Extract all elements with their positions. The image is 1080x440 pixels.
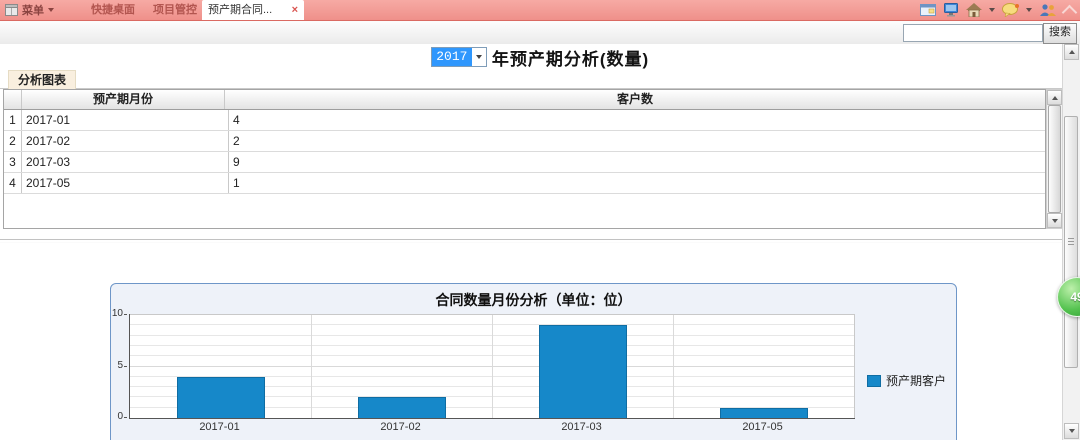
month-column-header[interactable]: 预产期月份	[22, 90, 225, 109]
search-box	[903, 24, 1056, 42]
x-tick-label: 2017-01	[199, 421, 240, 433]
notification-dot	[1015, 4, 1019, 8]
floating-badge[interactable]: 49	[1057, 277, 1080, 317]
legend-label: 预产期客户	[886, 374, 947, 388]
page-scrollbar-thumb[interactable]	[1064, 116, 1078, 368]
grid-header-row: 预产期月份 客户数	[4, 90, 1045, 110]
tab-strip: 分析图表	[0, 70, 1080, 89]
page-scrollbar[interactable]	[1062, 44, 1080, 440]
close-icon[interactable]: ×	[292, 0, 298, 20]
x-axis-line	[129, 418, 855, 419]
page-title: 年预产期分析(数量)	[491, 49, 650, 69]
count-column-header[interactable]: 客户数	[225, 90, 1045, 109]
home-icon[interactable]	[966, 3, 982, 17]
year-select-value: 2017	[431, 48, 472, 66]
bar-2017-05	[719, 407, 808, 418]
section-divider	[0, 239, 1062, 243]
gridline	[311, 315, 312, 418]
chevron-down-icon[interactable]	[989, 8, 995, 12]
table-body: 1 2017-01 4 2 2017-02 2 3 2017-03 9 4 2017-05 1	[4, 110, 1045, 194]
tab-project-control[interactable]: 项目管控	[146, 0, 204, 20]
collapse-icon[interactable]	[1061, 4, 1078, 20]
gridline	[492, 315, 493, 418]
chat-icon[interactable]	[1002, 3, 1019, 17]
chevron-down-icon	[48, 8, 54, 12]
y-tick-label: 5	[117, 359, 127, 371]
row-number-header	[4, 90, 22, 109]
table-row[interactable]: 2 2017-02 2	[4, 131, 1045, 152]
y-axis-line	[129, 314, 130, 419]
menu-grid-icon	[5, 4, 18, 16]
y-axis-labels: 0 5 10	[111, 308, 128, 422]
monitor-icon[interactable]	[943, 3, 959, 17]
active-tab-label: 预产期合同...	[208, 4, 273, 16]
year-select[interactable]: 2017	[430, 47, 487, 67]
search-input[interactable]	[910, 25, 1056, 41]
data-grid: 预产期月份 客户数 1 2017-01 4 2 2017-02 2 3 2017-03 9 4 20…	[3, 89, 1046, 229]
x-tick-label: 2017-05	[742, 421, 783, 433]
y-tick-label: 0	[117, 411, 127, 422]
x-axis-labels: 2017-01 2017-02 2017-03 2017-05	[129, 421, 853, 433]
tab-quick-desktop[interactable]: 快捷桌面	[84, 0, 142, 20]
chart-panel: 合同数量月份分析（单位：位） 0 5 10 2017-01 2017-02 2017-0…	[110, 283, 957, 440]
table-row[interactable]: 4 2017-05 1	[4, 173, 1045, 194]
bar-2017-01	[176, 376, 265, 418]
bar-2017-02	[357, 397, 446, 418]
x-tick-label: 2017-03	[561, 421, 602, 433]
search-row: 搜索	[0, 21, 1080, 45]
app-root: 菜单 快捷桌面 项目管控 预产期合同... × 搜索 2017 年预产期分析(数…	[0, 0, 1080, 440]
tab-analysis-chart[interactable]: 分析图表	[8, 70, 77, 89]
grid-scrollbar-thumb[interactable]	[1048, 105, 1061, 213]
search-button[interactable]: 搜索	[1043, 23, 1077, 44]
scroll-up-icon[interactable]	[1047, 90, 1062, 105]
legend-swatch	[867, 374, 881, 387]
grid-scrollbar[interactable]	[1046, 89, 1063, 229]
chevron-down-icon[interactable]	[1026, 8, 1032, 12]
table-row[interactable]: 3 2017-03 9	[4, 152, 1045, 173]
scroll-down-icon[interactable]	[1047, 213, 1062, 228]
chart-title: 合同数量月份分析（单位：位）	[435, 292, 632, 308]
chart-legend: 预产期客户	[867, 372, 946, 389]
window-icon[interactable]	[920, 3, 936, 17]
y-tick-label: 10	[111, 308, 128, 319]
menu-button[interactable]: 菜单	[5, 0, 54, 20]
menu-label: 菜单	[22, 5, 44, 17]
chevron-down-icon	[475, 55, 482, 59]
gridline	[673, 315, 674, 418]
scroll-up-icon[interactable]	[1064, 44, 1079, 60]
top-tab-bar: 菜单 快捷桌面 项目管控 预产期合同... ×	[0, 0, 1080, 21]
x-tick-label: 2017-02	[380, 421, 421, 433]
tab-due-contract-active[interactable]: 预产期合同... ×	[202, 0, 304, 20]
scroll-down-icon[interactable]	[1064, 423, 1079, 439]
bar-2017-03	[538, 325, 627, 418]
title-row: 2017 年预产期分析(数量)	[0, 44, 1080, 71]
table-row[interactable]: 1 2017-01 4	[4, 110, 1045, 131]
scrollbar-grip	[1068, 238, 1074, 245]
topbar-icon-group	[920, 0, 1078, 20]
users-icon[interactable]	[1039, 3, 1057, 17]
chart-plot-area	[129, 314, 855, 419]
